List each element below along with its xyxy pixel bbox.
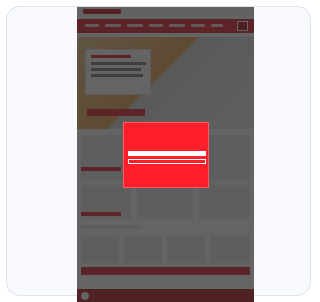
website-screenshot (77, 7, 254, 302)
privacy-link[interactable] (128, 174, 206, 179)
consent-text (128, 126, 206, 148)
accept-all-button[interactable] (128, 151, 206, 156)
reject-button[interactable] (128, 167, 206, 172)
more-info-link[interactable] (128, 180, 206, 185)
cookie-consent-dialog (123, 122, 209, 188)
settings-button[interactable] (128, 159, 206, 164)
